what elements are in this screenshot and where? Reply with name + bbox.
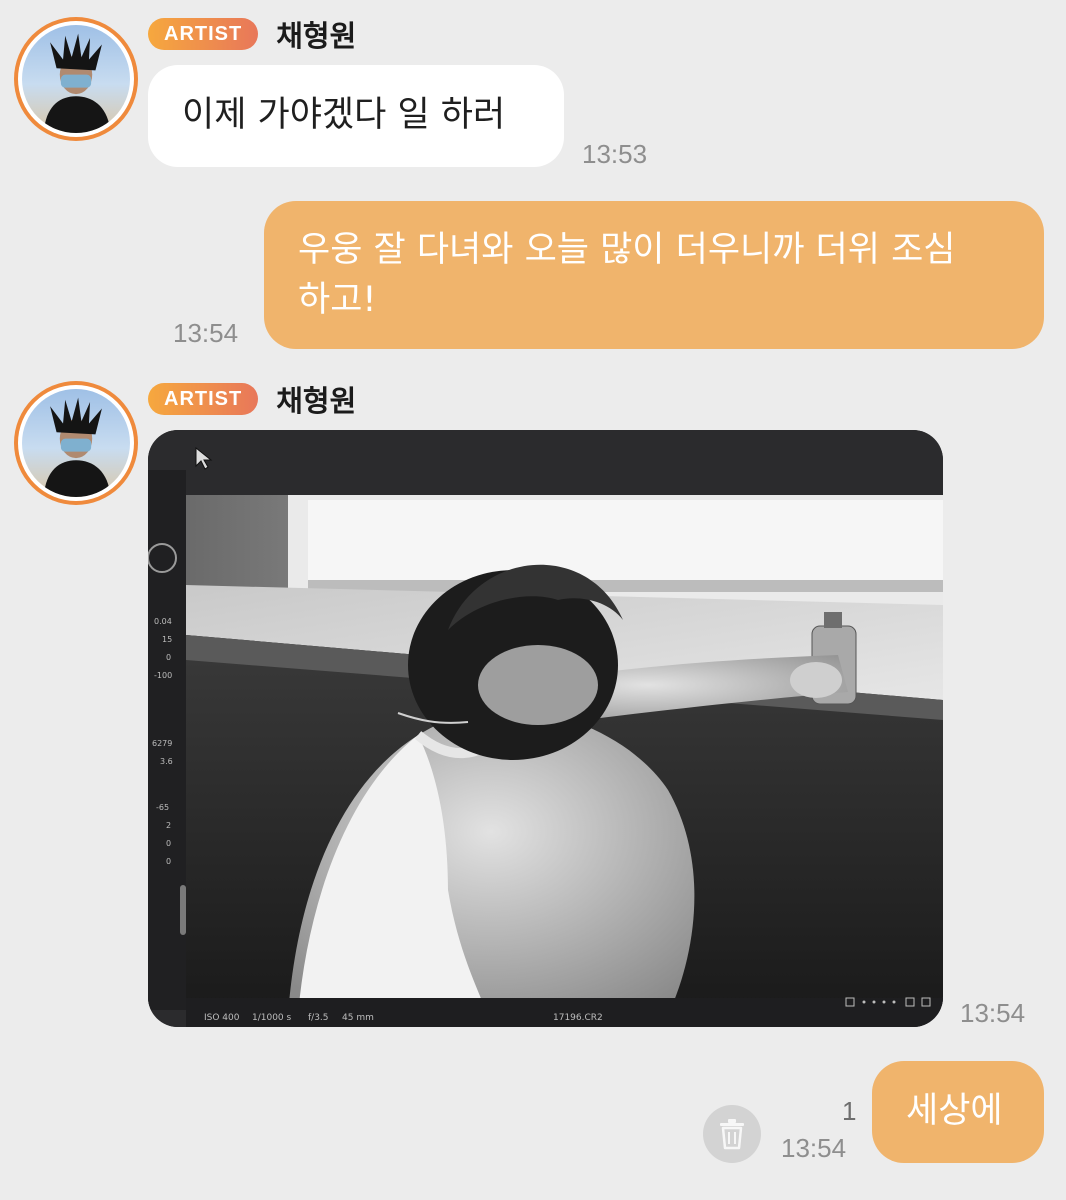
svg-text:15: 15 [162,635,172,644]
outgoing-message-bubble[interactable]: 세상에 [872,1061,1044,1163]
sender-name: 채형원 [276,19,357,53]
svg-text:0: 0 [166,857,171,866]
svg-text:2: 2 [166,821,171,830]
artist-avatar[interactable] [14,381,138,505]
message-time: 13:54 [960,998,1026,1028]
sender-row: ARTIST 채형원 [148,382,356,418]
artist-badge: ARTIST [148,18,259,50]
avatar-portrait-icon [43,397,111,497]
avatar-ring [18,385,134,501]
photo-image: 0.04 15 0 -100 6279 3.6 -65 2 0 0 ISO 40… [148,430,943,1027]
incoming-message-bubble[interactable]: 이제 가야겠다 일 하러 [148,65,564,167]
svg-text:0: 0 [166,653,171,662]
avatar-photo [22,389,130,497]
svg-text:45 mm: 45 mm [342,1013,374,1023]
unread-count: 1 [842,1096,857,1126]
svg-text:1/1000 s: 1/1000 s [252,1013,292,1023]
artist-avatar[interactable] [14,17,138,141]
message-time: 13:54 [781,1133,847,1163]
message-time: 13:54 [173,318,239,348]
svg-text:6279: 6279 [152,739,172,748]
avatar-portrait-icon [43,33,111,133]
svg-text:-65: -65 [156,803,169,812]
svg-text:0.04: 0.04 [154,617,172,626]
svg-text:-100: -100 [154,671,172,680]
photo-message[interactable]: 0.04 15 0 -100 6279 3.6 -65 2 0 0 ISO 40… [148,430,943,1027]
avatar-ring [18,21,134,137]
status-iso: ISO 400 [204,1013,240,1023]
trash-icon [720,1119,744,1150]
avatar-photo [22,25,130,133]
svg-text:17196.CR2: 17196.CR2 [553,1013,603,1023]
message-text: 이제 가야겠다 일 하러 [182,95,506,135]
message-text-line: 하고! [298,280,377,320]
sender-row: ARTIST 채형원 [148,17,356,53]
message-text-line: 우웅 잘 다녀와 오늘 많이 더우니까 더위 조심 [298,230,956,270]
svg-text:0: 0 [166,839,171,848]
svg-text:3.6: 3.6 [160,757,173,766]
artist-badge: ARTIST [148,383,259,415]
message-text: 세상에 [906,1091,1003,1131]
message-time: 13:53 [582,139,648,169]
outgoing-message-bubble[interactable]: 우웅 잘 다녀와 오늘 많이 더우니까 더위 조심 하고! [264,201,1044,349]
sender-name: 채형원 [276,384,357,418]
svg-text:f/3.5: f/3.5 [308,1013,329,1023]
delete-button[interactable] [703,1105,761,1163]
